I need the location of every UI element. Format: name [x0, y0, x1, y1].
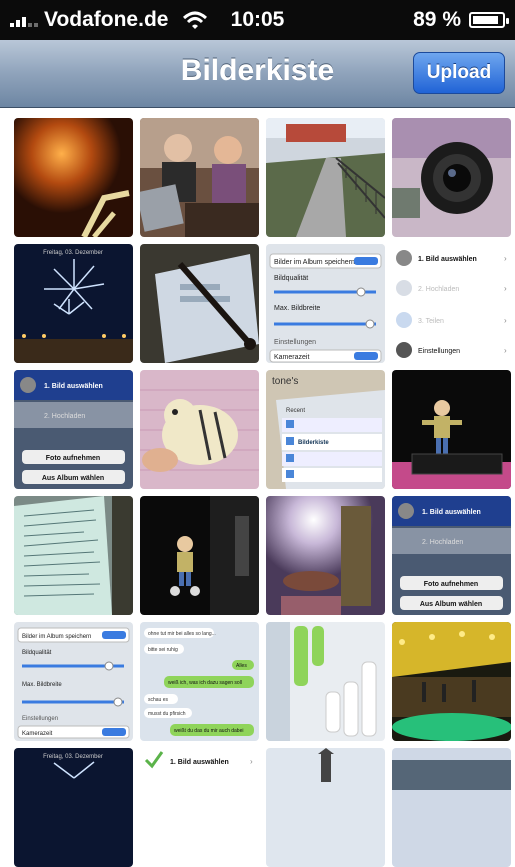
screenshot-text: Alles	[236, 663, 247, 669]
screenshot-text: Bilder im Album speichern	[22, 634, 91, 640]
photo-thumbnail[interactable]: tone's Recent Bilderkiste	[266, 370, 385, 489]
screenshot-text: schau es	[148, 697, 169, 703]
screenshot-text: weißt du das du mir auch dabei	[174, 728, 243, 734]
status-bar: Vodafone.de 10:05 89 %	[0, 0, 515, 40]
screenshot-text: Einstellungen	[22, 716, 58, 722]
screenshot-text: Foto aufnehmen	[424, 581, 478, 588]
photo-thumbnail[interactable]: Freitag, 03. Dezember	[14, 244, 133, 363]
photo-thumbnail[interactable]	[140, 118, 259, 237]
photo-thumbnail[interactable]	[266, 622, 385, 741]
photo-thumbnail[interactable]: ohne tut mir bei alles so lang... bitte …	[140, 622, 259, 741]
screenshot-text: Aus Album wählen	[420, 601, 482, 608]
screenshot-text: Einstellungen	[418, 348, 460, 355]
battery-icon	[469, 12, 509, 28]
battery-percent: 89 %	[413, 8, 461, 31]
screenshot-text: 3. Teilen	[418, 318, 444, 325]
screenshot-text: 1. Bild auswählen	[418, 256, 477, 263]
screenshot-text: Bilder im Album speichern	[274, 259, 355, 266]
screenshot-text: 1. Bild auswählen	[422, 509, 481, 516]
photo-thumbnail[interactable]	[140, 244, 259, 363]
screenshot-text: Bildqualität	[274, 275, 308, 282]
screenshot-text: Foto aufnehmen	[46, 455, 100, 462]
screenshot-text: Aus Album wählen	[42, 475, 104, 482]
screenshot-text: Max. Bildbreite	[22, 682, 62, 688]
photo-thumbnail[interactable]	[392, 622, 511, 741]
screenshot-text: 1. Bild auswählen	[44, 383, 103, 390]
photo-thumbnail[interactable]	[266, 748, 385, 867]
screenshot-text: 2. Hochladen	[44, 413, 85, 420]
photo-thumbnail[interactable]	[266, 118, 385, 237]
photo-thumbnail[interactable]	[14, 118, 133, 237]
upload-button[interactable]: Upload	[413, 52, 505, 94]
photo-grid: Freitag, 03. Dezember Bilder im Album sp…	[14, 118, 511, 867]
svg-text:Freitag, 03. Dezember: Freitag, 03. Dezember	[43, 754, 103, 760]
photo-thumbnail[interactable]	[266, 496, 385, 615]
photo-thumbnail[interactable]: 1. Bild auswählen 2. Hochladen Foto aufn…	[14, 370, 133, 489]
photo-thumbnail[interactable]	[392, 118, 511, 237]
screenshot-text: Kamerazeit	[274, 354, 309, 361]
svg-text:›: ›	[504, 316, 507, 325]
photo-thumbnail[interactable]: Freitag, 03. Dezember	[14, 748, 133, 867]
photo-thumbnail[interactable]: 1. Bild auswählen › 2. Hochladen › 3. Te…	[392, 244, 511, 363]
screenshot-text: Bildqualität	[22, 650, 52, 656]
screenshot-text: ohne tut mir bei alles so lang...	[148, 631, 216, 637]
screenshot-text: bitte sei ruhig	[148, 647, 178, 653]
screenshot-text: Einstellungen	[274, 339, 316, 346]
photo-thumbnail[interactable]	[140, 370, 259, 489]
photo-thumbnail[interactable]	[140, 496, 259, 615]
photo-thumbnail[interactable]	[392, 748, 511, 867]
screenshot-text: Bilderkiste	[298, 440, 329, 446]
battery-area: 89 %	[413, 8, 509, 32]
photo-thumbnail[interactable]: Bilder im Album speichern Bildqualität M…	[14, 622, 133, 741]
photo-thumbnail[interactable]: 1. Bild auswählen 2. Hochladen Foto aufn…	[392, 496, 511, 615]
svg-text:›: ›	[250, 757, 253, 766]
screenshot-text: musst du pfirsich	[148, 711, 186, 717]
screenshot-text: weiß ich, was ich dazu sagen soll	[168, 680, 242, 686]
screenshot-text: 1. Bild auswählen	[170, 759, 229, 766]
svg-text:›: ›	[504, 254, 507, 263]
svg-text:Freitag, 03. Dezember: Freitag, 03. Dezember	[43, 250, 103, 256]
photo-thumbnail[interactable]: Bilder im Album speichern Bildqualität M…	[266, 244, 385, 363]
svg-text:tone's: tone's	[272, 376, 298, 387]
screenshot-text: 2. Hochladen	[418, 286, 459, 293]
photo-thumbnail[interactable]: 1. Bild auswählen ›	[140, 748, 259, 867]
screenshot-text: Kamerazeit	[22, 731, 53, 737]
photo-thumbnail[interactable]	[14, 496, 133, 615]
svg-text:›: ›	[504, 284, 507, 293]
photo-thumbnail[interactable]	[392, 370, 511, 489]
screenshot-text: 2. Hochladen	[422, 539, 463, 546]
screenshot-text: Recent	[286, 408, 305, 414]
navigation-bar: Bilderkiste Upload	[0, 40, 515, 108]
svg-text:›: ›	[504, 346, 507, 355]
screenshot-text: Max. Bildbreite	[274, 305, 320, 312]
